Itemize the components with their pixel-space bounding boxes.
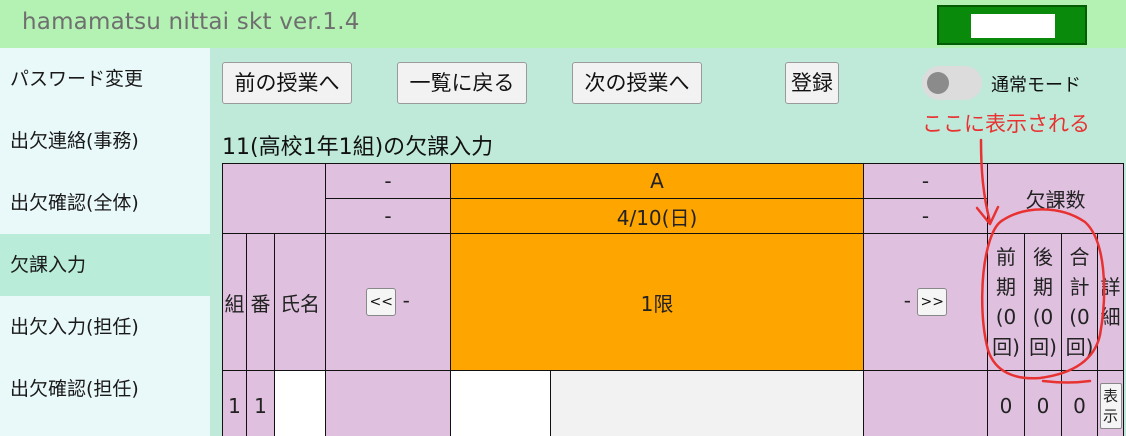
next-period-dash: - [903,288,911,313]
sidebar: パスワード変更 出欠連絡(事務) 出欠確認(全体) 欠課入力 出欠入力(担任) … [0,48,210,436]
sidebar-item-attendance-input-homeroom[interactable]: 出欠入力(担任) [0,296,210,358]
register-button[interactable]: 登録 [785,62,839,104]
student-detail-cell: 表 示 [1097,370,1124,436]
sidebar-item-attendance-check-all[interactable]: 出欠確認(全体) [0,172,210,234]
period-label: 1限 [450,233,864,371]
student-first-half-count: 0 [987,370,1025,436]
header-action-button-field [971,14,1055,38]
show-detail-button[interactable]: 表 示 [1099,382,1122,429]
mode-toggle-label: 通常モード [991,75,1081,96]
absence-table: - A - 欠課数 - 4/10(日) - 組 番 氏名 << - 1限 - >… [222,163,1124,436]
sidebar-item-password-change[interactable]: パスワード変更 [0,48,210,110]
absence-input-cell[interactable] [450,370,551,436]
next-period-button[interactable]: >> [917,288,948,316]
prev-class-code: - [325,163,451,199]
app-title: hamamatsu nittai skt ver.1.4 [22,9,360,35]
class-code: A [450,163,864,199]
app-header: hamamatsu nittai skt ver.1.4 [0,0,1126,48]
student-name [274,370,326,436]
col-header-class: 組 [222,233,247,371]
sidebar-item-attendance-contact-office[interactable]: 出欠連絡(事務) [0,110,210,172]
col-header-name: 氏名 [274,233,326,371]
back-to-list-button[interactable]: 一覧に戻る [397,62,527,104]
col-header-number: 番 [246,233,275,371]
next-class-button[interactable]: 次の授業へ [572,62,702,104]
next-class-date: - [863,198,988,234]
prev-class-date: - [325,198,451,234]
table-row: 1 1 0 0 0 表 示 [222,370,1124,436]
mode-toggle[interactable] [922,66,982,100]
prev-class-button[interactable]: 前の授業へ [222,62,352,104]
col-header-total: 合 計 (0 回) [1061,233,1098,371]
sidebar-item-absence-input[interactable]: 欠課入力 [0,234,210,296]
student-second-half-count: 0 [1024,370,1062,436]
student-prev-cell [325,370,451,436]
header-action-button[interactable] [937,5,1087,45]
page-title: 11(高校1年1組)の欠課入力 [222,135,494,160]
prev-period-dash: - [402,288,410,313]
mode-toggle-knob [927,72,949,94]
absences-header: 欠課数 [987,163,1124,234]
student-total-count: 0 [1061,370,1098,436]
student-class: 1 [222,370,247,436]
sidebar-item-attendance-check-homeroom[interactable]: 出欠確認(担任) [0,358,210,420]
col-header-detail: 詳 細 [1097,233,1124,371]
next-class-code: - [863,163,988,199]
col-header-first-half: 前 期 (0 回) [987,233,1025,371]
prev-period-button[interactable]: << [366,288,397,316]
annotation-text: ここに表示される [922,112,1090,136]
prev-period-cell: << - [325,233,451,371]
next-period-cell: - >> [863,233,988,371]
student-next-cell [863,370,988,436]
remarks-cell[interactable] [550,370,864,436]
class-date: 4/10(日) [450,198,864,234]
corner-cell [222,163,326,234]
col-header-second-half: 後 期 (0 回) [1024,233,1062,371]
student-number: 1 [246,370,275,436]
